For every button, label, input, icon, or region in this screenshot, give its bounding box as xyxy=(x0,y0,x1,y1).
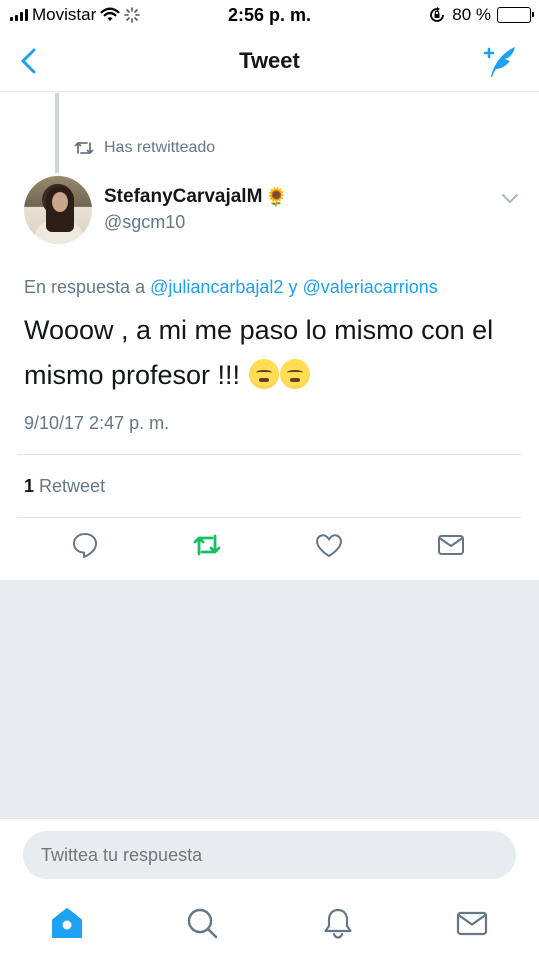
angry-face-emojis xyxy=(248,359,310,390)
retweet-count: 1 xyxy=(24,476,35,496)
nav-bar: Tweet xyxy=(0,32,539,92)
battery-icon xyxy=(497,7,534,23)
empty-replies-area xyxy=(0,580,539,818)
tweet-timestamp: 9/10/17 2:47 p. m. xyxy=(24,413,170,433)
page-title: Tweet xyxy=(239,48,300,73)
direct-message-icon[interactable] xyxy=(436,530,466,560)
messages-icon[interactable] xyxy=(455,906,489,940)
retweet-stats[interactable]: 1 Retweet xyxy=(24,476,105,497)
search-icon[interactable] xyxy=(185,906,219,940)
sunflower-emoji: 🌻 xyxy=(265,186,288,207)
home-icon[interactable] xyxy=(50,906,84,940)
notifications-icon[interactable] xyxy=(321,906,355,940)
author-name[interactable]: StefanyCarvajalM 🌻 xyxy=(104,186,288,208)
reply-prefix: En respuesta a xyxy=(24,277,146,297)
angry-face-emoji xyxy=(248,359,279,389)
chevron-down-icon[interactable] xyxy=(501,192,519,206)
retweet-notice: Has retwitteado xyxy=(74,139,215,157)
angry-face-emoji xyxy=(279,359,310,389)
mention-link-1[interactable]: @juliancarbajal2 xyxy=(150,277,283,297)
status-bar: Movistar 2:56 p. m. 80 % xyxy=(0,0,539,32)
compose-tweet-icon[interactable] xyxy=(479,44,519,80)
reply-icon[interactable] xyxy=(70,530,100,560)
rotation-lock-icon xyxy=(430,7,445,22)
reply-context: En respuesta a @juliancarbajal2 y @valer… xyxy=(24,277,438,298)
retweet-notice-label: Has retwitteado xyxy=(104,139,216,156)
thread-line xyxy=(55,93,59,173)
retweet-icon[interactable] xyxy=(192,530,222,560)
author-name-text: StefanyCarvajalM xyxy=(104,186,263,207)
reply-input[interactable] xyxy=(23,831,516,879)
tab-bar xyxy=(0,890,539,960)
status-bar-right: 80 % xyxy=(428,5,534,25)
divider xyxy=(17,454,521,455)
mention-link-2[interactable]: @valeriacarrions xyxy=(302,277,437,297)
avatar[interactable] xyxy=(24,176,92,244)
like-icon[interactable] xyxy=(314,530,344,560)
reply-joiner: y xyxy=(288,277,298,297)
reply-bar xyxy=(0,818,539,890)
retweet-stats-label: Retweet xyxy=(39,476,106,496)
divider xyxy=(17,517,521,518)
tweet-actions xyxy=(0,530,539,570)
author-handle[interactable]: @sgcm10 xyxy=(104,212,185,233)
battery-percent: 80 % xyxy=(452,5,491,24)
tweet-text: Wooow , a mi me paso lo mismo con el mis… xyxy=(24,308,514,398)
retweet-small-icon xyxy=(74,142,94,154)
